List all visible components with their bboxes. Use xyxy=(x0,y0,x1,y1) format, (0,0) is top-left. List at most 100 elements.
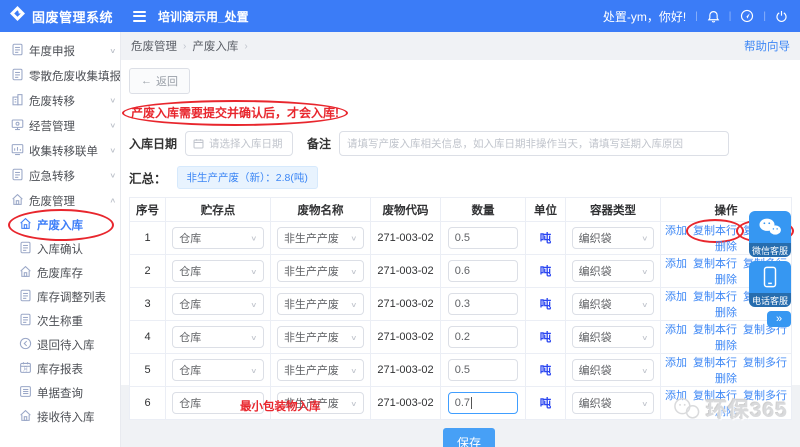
user-greeting: 处置-ym，你好! xyxy=(602,9,687,24)
container-type-select[interactable]: 编织袋 ∨ xyxy=(571,326,655,348)
add-row-link[interactable]: 添加 xyxy=(665,357,687,369)
column-header: 数量 xyxy=(440,197,526,222)
quantity-input[interactable]: 0.6 xyxy=(447,260,519,282)
chevron-icon: ∨ xyxy=(109,121,117,130)
power-icon[interactable] xyxy=(775,10,788,23)
calendar-icon xyxy=(193,139,204,149)
delete-row-link[interactable]: 删除 xyxy=(715,373,737,385)
bell-icon[interactable] xyxy=(707,10,720,23)
sidebar-item-11[interactable]: 次生称重 xyxy=(0,309,120,333)
note-input[interactable]: 请填写产废入库相关信息，如入库日期非操作当天，请填写延期入库原因 xyxy=(339,131,730,156)
phone-support-button[interactable]: 电话客服 xyxy=(749,261,791,307)
sidebar-item-8[interactable]: 入库确认 xyxy=(0,237,120,261)
chevron-down-icon: ∨ xyxy=(640,398,648,408)
copy-row-link[interactable]: 复制本行 xyxy=(693,357,737,369)
breadcrumb-item[interactable]: 危废管理 xyxy=(131,38,177,54)
back-button[interactable]: ← 返回 xyxy=(129,68,190,94)
container-type-select[interactable]: 编织袋 ∨ xyxy=(571,359,655,381)
sidebar-item-label: 收集转移联单 xyxy=(29,145,98,158)
menu-toggle-icon[interactable] xyxy=(133,10,146,22)
sidebar-item-label: 库存报表 xyxy=(37,364,83,376)
add-row-link[interactable]: 添加 xyxy=(665,324,687,336)
selected-value: 编织袋 xyxy=(578,233,612,245)
selected-value: 非生产产废 xyxy=(283,299,339,311)
container-type-select[interactable]: 编织袋 ∨ xyxy=(571,227,655,249)
column-header: 废物代码 xyxy=(370,197,441,222)
waste-name-select[interactable]: 非生产产废 ∨ xyxy=(276,359,365,381)
divider: | xyxy=(763,10,766,22)
sidebar-item-3[interactable]: 经营管理 ∨ xyxy=(0,113,120,138)
copy-row-link[interactable]: 复制本行 xyxy=(686,219,744,243)
table-row: 5 仓库 ∨ 非生产产废 ∨ 271-003-02 0.5 吨 编织袋 ∨ 添加 复制本行 复制多行删除 xyxy=(129,353,792,387)
sidebar-item-label: 入库确认 xyxy=(37,244,83,256)
wechat-icon xyxy=(749,211,791,243)
copy-multi-link[interactable]: 复制多行 xyxy=(743,357,787,369)
sidebar-item-7[interactable]: 产废入库 xyxy=(0,209,120,241)
doc-icon xyxy=(19,289,32,305)
copy-row-link[interactable]: 复制本行 xyxy=(693,291,737,303)
waste-name-select[interactable]: 非生产产废 ∨ xyxy=(276,326,365,348)
storage-select[interactable]: 仓库 ∨ xyxy=(172,326,264,348)
delete-row-link[interactable]: 删除 xyxy=(715,340,737,352)
container-type-select[interactable]: 编织袋 ∨ xyxy=(571,260,655,282)
sidebar-item-0[interactable]: 年度申报 ∨ xyxy=(0,38,120,63)
storage-select[interactable]: 仓库 ∨ xyxy=(172,293,264,315)
sidebar-item-9[interactable]: 危废库存 xyxy=(0,261,120,285)
column-header: 容器类型 xyxy=(565,197,661,222)
quantity-input[interactable]: 0.5 xyxy=(447,227,519,249)
column-header: 单位 xyxy=(525,197,566,222)
collapse-widget-button[interactable]: » xyxy=(767,311,791,327)
sidebar-item-5[interactable]: 应急转移 ∨ xyxy=(0,163,120,188)
list-icon xyxy=(19,385,32,401)
selected-value: 非生产产废 xyxy=(283,332,339,344)
copy-row-link[interactable]: 复制本行 xyxy=(693,258,737,270)
quantity-input[interactable]: 0.7 xyxy=(447,392,519,414)
svg-text:月: 月 xyxy=(23,367,28,373)
sidebar-item-2[interactable]: 危废转移 ∨ xyxy=(0,88,120,113)
content-card: ← 返回 产废入库需要提交并确认后，才会入库! 入库日期 请选择入库日期 备注 … xyxy=(121,60,800,447)
sidebar-item-1[interactable]: 零散危废收集填报∨ xyxy=(0,63,120,88)
note-field-label: 备注 xyxy=(307,137,332,151)
delete-row-link[interactable]: 删除 xyxy=(715,241,737,253)
sidebar-item-label: 危废库存 xyxy=(37,268,83,280)
container-type-select[interactable]: 编织袋 ∨ xyxy=(571,293,655,315)
sidebar-item-14[interactable]: 单据查询 xyxy=(0,381,120,405)
quantity-value: 0.2 xyxy=(454,331,471,343)
save-button[interactable]: 保存 xyxy=(443,428,496,447)
active-workspace-tab[interactable]: 培训演示用_处置 xyxy=(158,8,249,25)
sidebar-item-12[interactable]: 退回待入库 xyxy=(0,333,120,357)
brand: 固废管理系统 xyxy=(0,6,121,26)
main-area: 危废管理 › 产废入库 › 帮助向导 ← 返回 产废入库需要提交并确认后，才会入… xyxy=(121,32,800,447)
sidebar-item-6[interactable]: 危废管理 ∧ xyxy=(0,188,120,213)
sidebar-item-13[interactable]: 月 库存报表 xyxy=(0,357,120,381)
help-guide-link[interactable]: 帮助向导 xyxy=(744,38,790,54)
table-row: 3仓库∨非生产产废∨271-003-020.3吨编织袋∨添加复制本行复制多行删除 xyxy=(129,287,792,321)
quantity-input[interactable]: 0.3 xyxy=(447,293,519,315)
quantity-input[interactable]: 0.2 xyxy=(447,326,519,348)
sidebar-item-4[interactable]: 收集转移联单 ∨ xyxy=(0,138,120,163)
sidebar-item-label: 应急转移 xyxy=(29,170,75,183)
sidebar-item-label: 次生称重 xyxy=(37,316,83,328)
storage-select[interactable]: 仓库 ∨ xyxy=(172,359,264,381)
copy-row-link[interactable]: 复制本行 xyxy=(693,324,737,336)
quantity-input[interactable]: 0.5 xyxy=(447,359,519,381)
wechat-support-button[interactable]: 微信客服 xyxy=(749,211,791,257)
sidebar-item-label: 产废入库 xyxy=(37,220,83,232)
storage-select[interactable]: 仓库 ∨ xyxy=(172,260,264,282)
sidebar-item-15[interactable]: 接收待入库 xyxy=(0,405,120,429)
delete-row-link[interactable]: 删除 xyxy=(715,274,737,286)
delete-row-link[interactable]: 删除 xyxy=(715,307,737,319)
guide-icon[interactable] xyxy=(740,9,754,23)
date-input[interactable]: 请选择入库日期 xyxy=(185,131,294,156)
add-row-link[interactable]: 添加 xyxy=(665,291,687,303)
waste-name-select[interactable]: 非生产产废 ∨ xyxy=(276,260,365,282)
waste-name-select[interactable]: 非生产产废 ∨ xyxy=(276,293,365,315)
add-row-link[interactable]: 添加 xyxy=(665,225,687,237)
container-type-select[interactable]: 编织袋 ∨ xyxy=(571,392,655,414)
add-row-link[interactable]: 添加 xyxy=(665,258,687,270)
breadcrumb-item[interactable]: 产废入库 xyxy=(192,38,238,54)
storage-select[interactable]: 仓库 ∨ xyxy=(172,227,264,249)
chevron-right-icon: › xyxy=(183,40,187,52)
waste-name-select[interactable]: 非生产产废 ∨ xyxy=(276,227,365,249)
sidebar-item-10[interactable]: 库存调整列表 xyxy=(0,285,120,309)
